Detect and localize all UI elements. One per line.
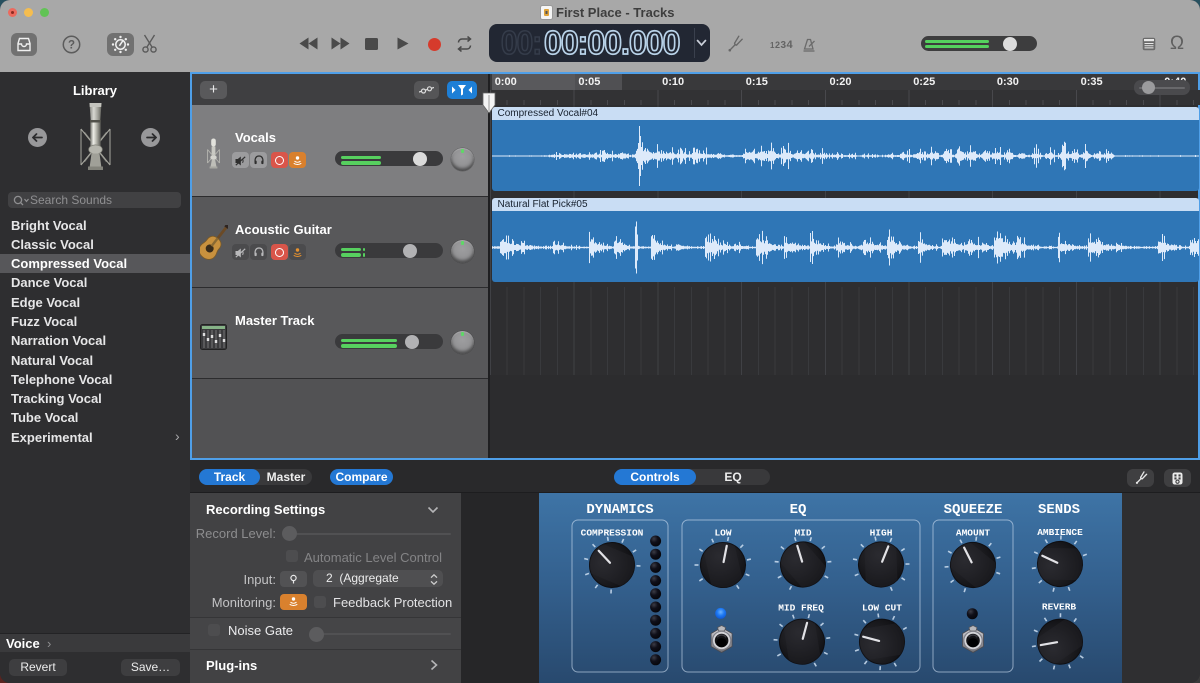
svg-text:MID FREQ: MID FREQ [778,603,824,614]
svg-text:AMBIENCE: AMBIENCE [1037,527,1083,538]
svg-text:MID: MID [794,528,811,539]
svg-text:DYNAMICS: DYNAMICS [586,502,653,518]
svg-text:EQ: EQ [790,502,807,518]
svg-text:LOW CUT: LOW CUT [862,603,902,614]
svg-text:SQUEEZE: SQUEEZE [944,502,1003,518]
svg-text:AMOUNT: AMOUNT [956,528,991,539]
svg-text:HIGH: HIGH [870,528,893,539]
svg-text:LOW: LOW [714,528,731,539]
svg-text:COMPRESSION: COMPRESSION [581,528,644,539]
svg-text:REVERB: REVERB [1042,602,1077,613]
svg-text:SENDS: SENDS [1038,502,1080,518]
svg-text:?: ? [68,40,75,52]
